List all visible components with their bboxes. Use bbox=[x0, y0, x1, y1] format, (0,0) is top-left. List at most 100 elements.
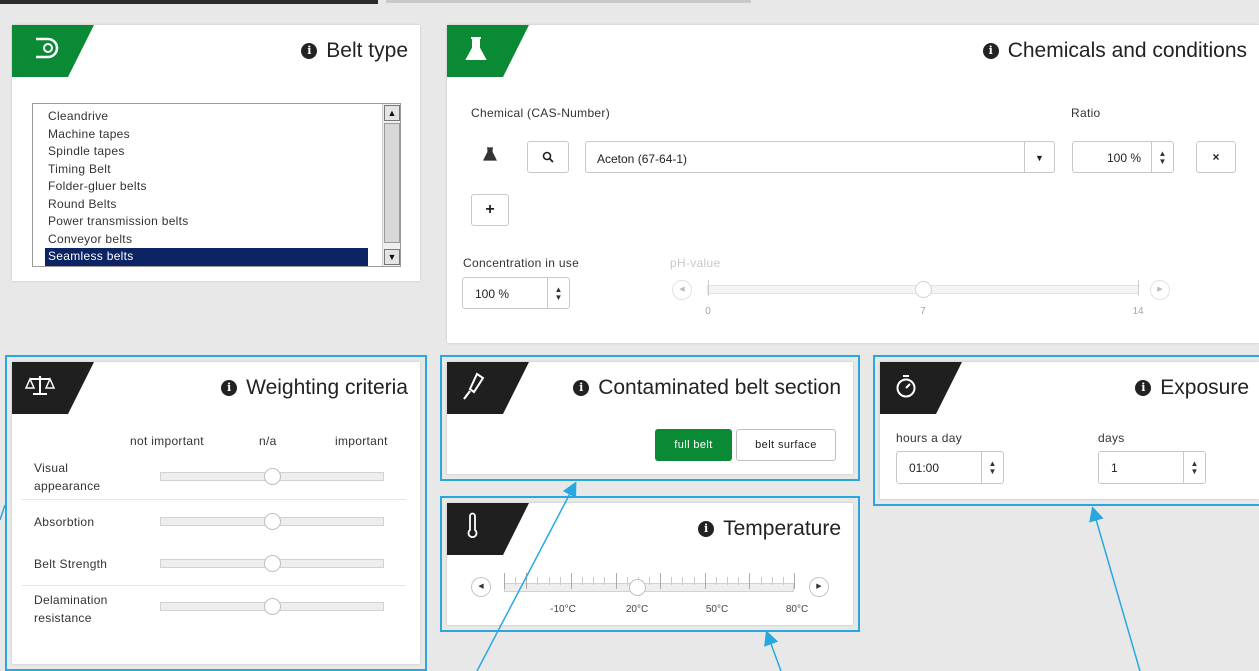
temperature-tick-label: 50°C bbox=[705, 604, 729, 615]
thermometer-icon bbox=[447, 503, 529, 555]
stopwatch-icon bbox=[880, 362, 962, 414]
belt-type-option[interactable]: Folder-gluer belts bbox=[45, 178, 368, 196]
scale-label-na: n/a bbox=[259, 434, 277, 448]
temperature-tick-label: 20°C bbox=[625, 604, 649, 615]
temperature-tick bbox=[794, 573, 795, 589]
criterion-label-delamination: Delamination resistance bbox=[34, 593, 108, 625]
spinner-arrows-icon[interactable]: ▲ ▼ bbox=[1183, 452, 1205, 483]
belt-type-listbox[interactable]: Cleandrive Machine tapes Spindle tapes Timi… bbox=[32, 103, 401, 267]
ph-increase-button[interactable]: ▶ bbox=[1150, 280, 1170, 300]
info-icon[interactable]: i bbox=[1135, 380, 1152, 396]
temperature-tick bbox=[582, 577, 584, 585]
ph-tick-label: 14 bbox=[1132, 306, 1144, 317]
criterion-divider bbox=[22, 499, 406, 500]
spinner-arrows-icon[interactable]: ▲ ▼ bbox=[1151, 142, 1173, 172]
weighting-title: i Weighting criteria bbox=[221, 376, 408, 400]
criterion-knob-delamination[interactable] bbox=[263, 598, 281, 615]
belt-type-option[interactable]: Spindle tapes bbox=[45, 143, 368, 161]
belt-type-title-text: Belt type bbox=[326, 39, 408, 62]
scroll-down-arrow-icon[interactable]: ▼ bbox=[384, 249, 400, 265]
chemical-select[interactable]: Aceton (67-64-1) ▼ bbox=[585, 141, 1055, 173]
temperature-tick bbox=[570, 573, 572, 589]
search-chemical-button[interactable] bbox=[527, 141, 569, 173]
info-icon[interactable]: i bbox=[982, 43, 999, 59]
days-stepper[interactable]: 1 ▲ ▼ bbox=[1098, 451, 1206, 484]
belt-surface-button[interactable]: belt surface bbox=[736, 429, 836, 461]
days-value: 1 bbox=[1111, 461, 1118, 475]
chemical-label: Chemical (CAS-Number) bbox=[471, 106, 610, 120]
temperature-slider-knob[interactable] bbox=[628, 579, 646, 596]
belt-type-option[interactable]: Conveyor belts bbox=[45, 231, 368, 249]
temperature-tick bbox=[693, 577, 695, 585]
spinner-arrows-icon[interactable]: ▲ ▼ bbox=[981, 452, 1003, 483]
belt-type-option[interactable]: Power transmission belts bbox=[45, 213, 368, 231]
ph-decrease-button[interactable]: ◀ bbox=[672, 280, 692, 300]
info-icon[interactable]: i bbox=[301, 43, 318, 59]
contaminated-section-panel: i Contaminated belt section full belt be… bbox=[440, 355, 860, 481]
temperature-decrease-button[interactable]: ◀ bbox=[471, 577, 491, 597]
contaminated-title: i Contaminated belt section bbox=[573, 376, 841, 400]
top-tab-active[interactable] bbox=[0, 0, 378, 4]
temperature-tick bbox=[660, 573, 662, 589]
days-label: days bbox=[1098, 431, 1125, 445]
temperature-tick bbox=[671, 577, 673, 585]
ph-tick-label: 7 bbox=[920, 306, 926, 317]
flask-icon bbox=[483, 147, 497, 166]
exposure-title: i Exposure bbox=[1135, 376, 1249, 400]
belt-type-option[interactable]: Machine tapes bbox=[45, 126, 368, 144]
temperature-tick bbox=[548, 577, 550, 585]
full-belt-button[interactable]: full belt bbox=[655, 429, 732, 461]
arrow-exposure bbox=[1089, 506, 1141, 671]
close-icon: × bbox=[1212, 150, 1220, 164]
flask-icon bbox=[447, 25, 529, 77]
temperature-tick bbox=[515, 577, 517, 585]
scale-label-important: important bbox=[335, 434, 388, 448]
ratio-stepper[interactable]: 100 % ▲ ▼ bbox=[1072, 141, 1174, 173]
concentration-label: Concentration in use bbox=[463, 256, 580, 270]
temperature-tick bbox=[738, 577, 740, 585]
concentration-value: 100 % bbox=[475, 287, 510, 301]
ph-slider-knob[interactable] bbox=[914, 281, 932, 298]
hours-stepper[interactable]: 01:00 ▲ ▼ bbox=[896, 451, 1004, 484]
info-icon[interactable]: i bbox=[221, 380, 238, 396]
ratio-label: Ratio bbox=[1071, 106, 1101, 120]
temperature-increase-button[interactable]: ▶ bbox=[809, 577, 829, 597]
weighting-title-text: Weighting criteria bbox=[246, 376, 408, 399]
temperature-tick bbox=[526, 573, 528, 589]
temperature-tick bbox=[593, 577, 595, 585]
chevron-down-icon[interactable]: ▼ bbox=[1024, 142, 1054, 172]
spinner-arrows-icon[interactable]: ▲ ▼ bbox=[547, 278, 569, 308]
belt-type-options[interactable]: Cleandrive Machine tapes Spindle tapes Timi… bbox=[45, 108, 368, 266]
scroll-up-arrow-icon[interactable]: ▲ bbox=[384, 105, 400, 121]
search-icon bbox=[542, 151, 554, 163]
belt-type-option[interactable]: Seamless belts bbox=[45, 248, 368, 266]
plus-icon: + bbox=[485, 201, 495, 218]
criterion-knob-absorbtion[interactable] bbox=[263, 513, 281, 530]
belt-type-option[interactable]: Timing Belt bbox=[45, 161, 368, 179]
belt-type-option[interactable]: Cleandrive bbox=[45, 108, 368, 126]
belt-type-option[interactable]: Round Belts bbox=[45, 196, 368, 214]
scroll-thumb[interactable] bbox=[384, 123, 400, 243]
spray-icon bbox=[447, 362, 529, 414]
concentration-stepper[interactable]: 100 % ▲ ▼ bbox=[462, 277, 570, 309]
arrow-weighting bbox=[0, 504, 6, 521]
remove-chemical-button[interactable]: × bbox=[1196, 141, 1236, 173]
ph-label: pH-value bbox=[670, 256, 721, 270]
listbox-scrollbar[interactable]: ▲ ▼ bbox=[382, 104, 400, 266]
temperature-tick bbox=[704, 573, 706, 589]
temperature-tick-label: -10°C bbox=[550, 604, 576, 615]
criterion-knob-strength[interactable] bbox=[263, 555, 281, 572]
temperature-tick bbox=[682, 577, 684, 585]
top-tab-inactive[interactable] bbox=[386, 0, 751, 3]
add-chemical-button[interactable]: + bbox=[471, 194, 509, 226]
temperature-tick bbox=[626, 577, 628, 585]
hours-label: hours a day bbox=[896, 431, 963, 445]
info-icon[interactable]: i bbox=[573, 380, 590, 396]
chemical-select-value: Aceton (67-64-1) bbox=[597, 152, 688, 166]
temperature-tick-label: 80°C bbox=[785, 604, 809, 615]
contaminated-title-text: Contaminated belt section bbox=[598, 376, 841, 399]
criterion-knob-visual[interactable] bbox=[263, 468, 281, 485]
temperature-title: i Temperature bbox=[698, 517, 841, 541]
temperature-tick bbox=[760, 577, 762, 585]
info-icon[interactable]: i bbox=[698, 521, 715, 537]
